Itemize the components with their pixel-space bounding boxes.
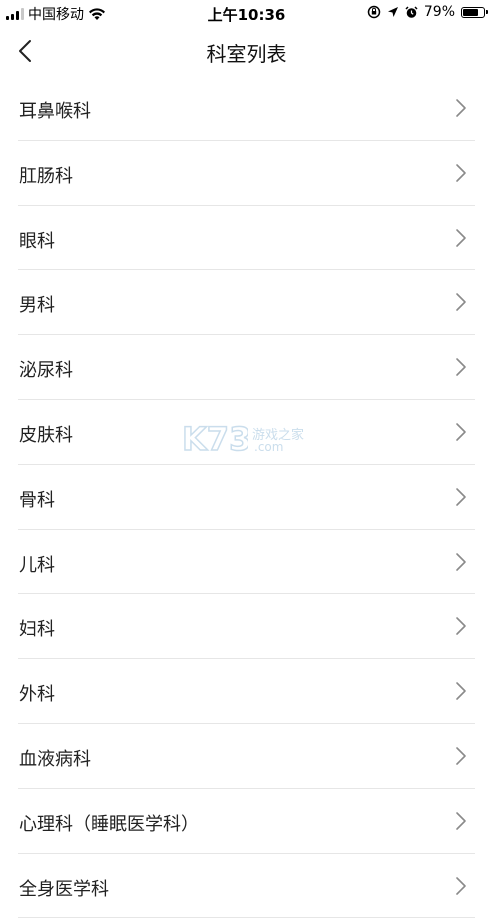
chevron-right-icon: [456, 876, 466, 895]
department-label: 全身医学科: [19, 878, 109, 900]
department-label: 血液病科: [19, 748, 91, 770]
department-label: 骨科: [19, 489, 55, 511]
chevron-right-icon: [456, 99, 466, 117]
chevron-right-icon: [456, 293, 466, 312]
department-item[interactable]: 男科: [18, 270, 475, 336]
department-label: 耳鼻喉科: [19, 101, 91, 122]
department-item[interactable]: 耳鼻喉科: [18, 76, 475, 141]
department-item[interactable]: 心理科（睡眠医学科）: [18, 789, 475, 854]
chevron-right-icon: [456, 682, 466, 700]
department-item[interactable]: 肛肠科: [18, 141, 475, 206]
department-label: 眼科: [19, 230, 55, 252]
chevron-right-icon: [456, 811, 466, 830]
department-item[interactable]: 眼科: [18, 206, 475, 271]
alarm-icon: [405, 5, 418, 18]
chevron-right-icon: [456, 617, 466, 636]
k73-logo: K73: [181, 419, 252, 459]
chevron-right-icon: [456, 552, 466, 571]
status-bar: 中国移动 上午10:36 79%: [0, 0, 493, 26]
watermark: K73 游戏之家 .com: [181, 419, 312, 460]
navigation-bar: 科室列表: [0, 26, 493, 76]
battery-percent: 79%: [423, 4, 455, 20]
page-title: 科室列表: [206, 42, 287, 66]
department-item[interactable]: 妇科: [18, 594, 475, 660]
chevron-right-icon: [456, 747, 466, 765]
department-item[interactable]: 血液病科: [18, 724, 475, 789]
department-label: 泌尿科: [19, 360, 73, 382]
watermark-domain: .com: [254, 440, 284, 454]
chevron-right-icon: [456, 163, 466, 182]
department-label: 肛肠科: [19, 165, 73, 187]
svg-text:K73: K73: [182, 420, 248, 456]
department-item[interactable]: 儿科: [18, 530, 475, 595]
location-icon: [387, 7, 398, 17]
chevron-right-icon: [456, 423, 466, 441]
chevron-right-icon: [456, 358, 466, 376]
department-label: 男科: [19, 295, 55, 317]
battery-icon: [461, 6, 488, 18]
chevron-right-icon: [456, 487, 466, 506]
chevron-right-icon: [456, 228, 466, 247]
department-label: 皮肤科: [19, 424, 73, 446]
lock-rotation-icon: [367, 5, 381, 19]
department-label: 心理科（睡眠医学科）: [19, 813, 199, 835]
department-item[interactable]: 全身医学科: [18, 854, 475, 918]
department-label: 妇科: [19, 619, 55, 641]
department-item[interactable]: 骨科: [18, 465, 475, 530]
department-item[interactable]: 外科: [18, 659, 475, 724]
department-label: 儿科: [19, 554, 55, 576]
battery-level: [463, 8, 478, 16]
department-label: 外科: [19, 684, 55, 706]
department-list: 耳鼻喉科肛肠科眼科男科泌尿科皮肤科骨科儿科妇科外科血液病科心理科（睡眠医学科） 全…: [0, 76, 493, 918]
status-right: 79%: [367, 4, 488, 20]
department-item[interactable]: 泌尿科: [18, 335, 475, 400]
